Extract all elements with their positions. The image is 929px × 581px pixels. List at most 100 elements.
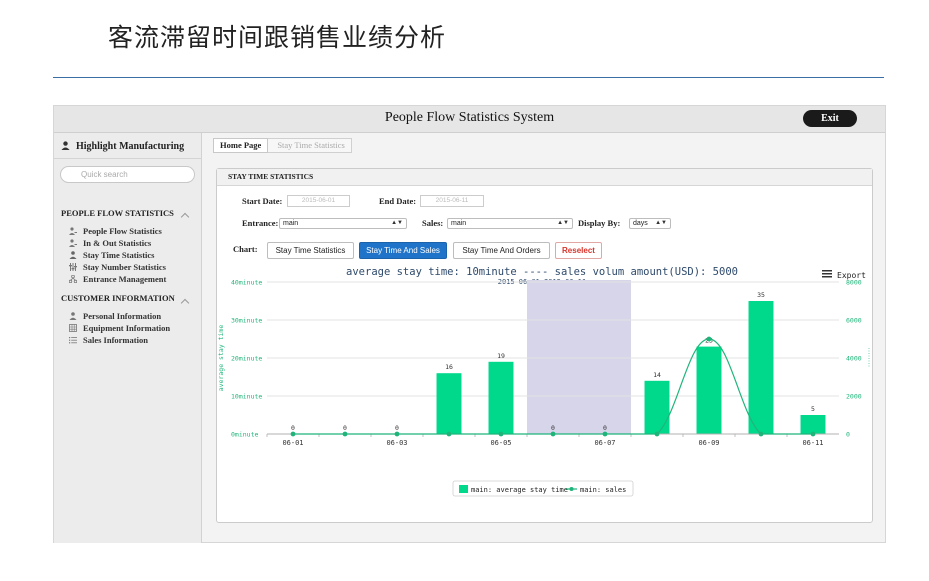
people-icon <box>69 227 77 235</box>
select-arrow-icon: ▲▼ <box>655 220 667 226</box>
entrance-select[interactable]: main ▲▼ <box>279 218 407 229</box>
chart-label: Chart: <box>233 244 258 254</box>
sales-value: main <box>451 220 467 227</box>
sidebar-item-label: Equipment Information <box>83 323 171 333</box>
start-date-input[interactable]: 2015-06-01 <box>287 195 350 207</box>
y-left-tick-label: 10minute <box>231 393 262 401</box>
brand: Highlight Manufacturing <box>61 141 184 152</box>
breadcrumb-current: Stay Time Statistics <box>268 138 352 153</box>
chart-title: average stay time: 10minute ---- sales v… <box>346 266 738 278</box>
bar-data-label: 0 <box>603 424 607 432</box>
bar-data-label: 19 <box>497 352 505 360</box>
sales-select[interactable]: main ▲▼ <box>447 218 573 229</box>
reselect-button[interactable]: Reselect <box>555 242 602 259</box>
people-icon <box>69 239 77 247</box>
y-left-tick-label: 30minute <box>231 317 262 325</box>
sales-point <box>290 431 296 437</box>
sidebar-item-people-flow[interactable]: People Flow Statistics <box>69 225 162 237</box>
sidebar-item-sales[interactable]: Sales Information <box>69 334 148 346</box>
y-right-tick-label: 8000 <box>846 279 862 287</box>
search-input[interactable]: Quick search <box>60 166 195 183</box>
chart-area: average stay time: 10minute ---- sales v… <box>217 263 874 523</box>
breadcrumb: Home Page Stay Time Statistics <box>213 138 352 153</box>
chevron-up-icon[interactable] <box>180 212 190 222</box>
sidebar: Highlight Manufacturing Quick search PEO… <box>54 133 202 543</box>
person-icon <box>69 251 77 259</box>
select-arrow-icon: ▲▼ <box>391 220 403 226</box>
y-right-tick-label: 6000 <box>846 317 862 325</box>
x-tick-label: 06-05 <box>490 439 511 447</box>
sales-point <box>394 431 400 437</box>
stay-time-statistics-button[interactable]: Stay Time Statistics <box>267 242 354 259</box>
main-content: Home Page Stay Time Statistics STAY TIME… <box>202 133 885 543</box>
y-axis-label: average stay time <box>217 325 225 392</box>
bar <box>436 373 462 434</box>
menu-icon <box>822 276 832 278</box>
bar-data-label: 0 <box>551 424 555 432</box>
sidebar-item-personal[interactable]: Personal Information <box>69 310 161 322</box>
top-bar: People Flow Statistics System Exit <box>54 106 885 133</box>
stay-time-and-orders-button[interactable]: Stay Time And Orders <box>453 242 550 259</box>
section-people-flow[interactable]: PEOPLE FLOW STATISTICS <box>61 208 174 218</box>
breadcrumb-home[interactable]: Home Page <box>213 138 269 153</box>
display-by-value: days <box>633 220 648 227</box>
sidebar-item-stay-time[interactable]: Stay Time Statistics <box>69 249 154 261</box>
bar-data-label: 0 <box>343 424 347 432</box>
exit-button[interactable]: Exit <box>803 110 857 127</box>
sidebar-item-equipment[interactable]: Equipment Information <box>69 322 170 334</box>
sliders-icon <box>69 263 77 271</box>
sidebar-item-in-out[interactable]: In & Out Statistics <box>69 237 151 249</box>
y-right-tick-label: 2000 <box>846 393 862 401</box>
chevron-up-icon[interactable] <box>180 298 190 308</box>
sales-point <box>602 431 608 437</box>
sidebar-item-stay-number[interactable]: Stay Number Statistics <box>69 261 166 273</box>
bar-data-label: 16 <box>445 363 453 371</box>
person-icon <box>69 312 77 320</box>
bar <box>800 415 826 434</box>
legend-line-marker <box>569 487 574 491</box>
x-tick-label: 06-03 <box>386 439 407 447</box>
end-date-label: End Date: <box>379 196 417 206</box>
sales-point <box>446 431 452 437</box>
sidebar-item-label: People Flow Statistics <box>83 226 162 236</box>
y-right-tick-label: 0 <box>846 431 850 439</box>
x-tick-label: 06-07 <box>594 439 615 447</box>
x-tick-label: 06-01 <box>282 439 303 447</box>
sidebar-item-label: Stay Time Statistics <box>83 250 155 260</box>
network-icon <box>68 274 78 284</box>
system-title: People Flow Statistics System <box>384 110 555 125</box>
menu-icon <box>822 270 832 272</box>
panel-title: STAY TIME STATISTICS <box>217 169 872 186</box>
y-left-tick-label: 0minute <box>231 431 258 439</box>
stay-time-and-sales-button[interactable]: Stay Time And Sales <box>359 242 447 259</box>
user-icon <box>61 141 70 150</box>
title-divider <box>53 77 884 78</box>
y-left-tick-label: 40minute <box>231 279 262 287</box>
brand-name: Highlight Manufacturing <box>76 141 185 152</box>
sidebar-item-label: Sales Information <box>83 335 148 345</box>
sales-point <box>654 431 660 437</box>
sales-point <box>758 431 764 437</box>
bar-data-label: 0 <box>395 424 399 432</box>
legend-label: main: sales <box>580 486 626 494</box>
bar-data-label: 5 <box>811 405 815 413</box>
sidebar-item-label: Stay Number Statistics <box>83 262 166 272</box>
bar <box>748 301 774 434</box>
x-tick-label: 06-09 <box>698 439 719 447</box>
sales-point <box>706 336 712 342</box>
y-right-tick-label: 4000 <box>846 355 862 363</box>
bar <box>696 346 722 434</box>
start-date-label: Start Date: <box>242 196 283 206</box>
slide-title: 客流滞留时间跟销售业绩分析 <box>108 23 447 52</box>
app-window: People Flow Statistics System Exit Highl… <box>53 105 886 543</box>
section-customer-info[interactable]: CUSTOMER INFORMATION <box>61 293 175 303</box>
list-icon <box>69 336 77 344</box>
sidebar-item-label: Personal Information <box>83 311 162 321</box>
end-date-input[interactable]: 2015-06-11 <box>420 195 484 207</box>
sidebar-item-entrance[interactable]: Entrance Management <box>68 273 166 285</box>
legend-label: main: average stay time <box>471 486 568 494</box>
display-by-select[interactable]: days ▲▼ <box>629 218 671 229</box>
highlight-band <box>527 280 631 434</box>
bar-data-label: 14 <box>653 371 661 379</box>
divider <box>54 158 202 159</box>
